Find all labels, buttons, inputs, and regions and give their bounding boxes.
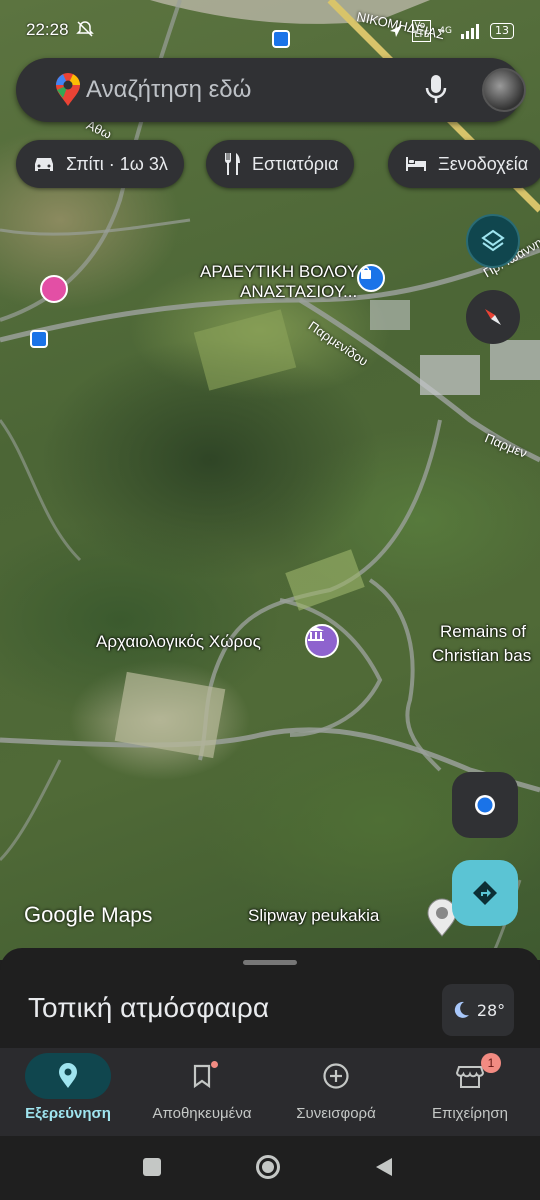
- museum-icon[interactable]: [305, 624, 339, 658]
- place-label-slipway[interactable]: Slipway peukakia: [248, 906, 379, 926]
- compass-icon: [485, 309, 501, 325]
- place-label-line: ΑΡΔΕΥΤΙΚΗ ΒΟΛΟΥ: [200, 262, 359, 281]
- hotel-marker-icon[interactable]: [40, 275, 68, 303]
- nav-saved[interactable]: Αποθηκευμένα: [140, 1048, 264, 1136]
- battery-icon: 13: [490, 23, 514, 39]
- google-maps-logo: Google Maps: [24, 902, 152, 928]
- chip-hotels[interactable]: Ξενοδοχεία: [388, 140, 540, 188]
- moon-icon: [454, 1001, 469, 1018]
- place-label-remains[interactable]: Remains of: [440, 622, 526, 642]
- google-maps-pin-icon: [54, 72, 82, 112]
- volte-icon: Vo LTE: [412, 20, 432, 42]
- directions-icon: [473, 881, 497, 905]
- system-navigation-bar: [0, 1136, 540, 1200]
- status-time: 22:28: [26, 20, 69, 39]
- search-bar[interactable]: Αναζήτηση εδώ: [16, 58, 526, 122]
- back-icon[interactable]: [374, 1156, 394, 1178]
- notification-badge: 1: [481, 1053, 501, 1073]
- place-label-archaeological[interactable]: Αρχαιολογικός Χώρος: [96, 632, 261, 652]
- maps-logo-text: Maps: [101, 904, 153, 927]
- nav-label: Συνεισφορά: [296, 1105, 376, 1122]
- layers-icon: [481, 229, 505, 252]
- bus-stop-icon[interactable]: [30, 330, 48, 348]
- nav-contribute[interactable]: Συνεισφορά: [284, 1048, 388, 1136]
- bookmark-icon: [193, 1064, 211, 1089]
- network-type: 4G: [439, 26, 452, 36]
- home-icon-dot: [262, 1161, 274, 1173]
- chip-label: Ξενοδοχεία: [438, 153, 529, 174]
- shopping-bag-icon[interactable]: [357, 264, 385, 292]
- status-bar: 22:28 Vo LTE 4G 13: [0, 14, 540, 48]
- weather-chip[interactable]: 28°: [442, 984, 514, 1036]
- temperature: 28°: [476, 1000, 506, 1020]
- google-logo-text: Google: [24, 902, 95, 927]
- location-pin-icon: [59, 1063, 77, 1088]
- location-arrow-icon: [390, 25, 403, 37]
- my-location-icon: [475, 795, 495, 815]
- directions-button[interactable]: [452, 860, 518, 926]
- place-label-line: Remains of: [440, 622, 526, 641]
- my-location-button[interactable]: [452, 772, 518, 838]
- nav-label: Επιχείρηση: [431, 1105, 509, 1122]
- drag-handle[interactable]: [243, 960, 297, 965]
- do-not-disturb-icon: [76, 20, 94, 42]
- nav-explore[interactable]: Εξερεύνηση: [16, 1048, 120, 1136]
- search-input[interactable]: Αναζήτηση εδώ: [86, 76, 251, 104]
- bottom-navigation: Εξερεύνηση Αποθηκευμένα Συνεισφορά 1 Επι…: [0, 1048, 540, 1136]
- chip-home[interactable]: Σπίτι · 1ω 3λ: [16, 140, 184, 188]
- recents-icon[interactable]: [143, 1158, 161, 1176]
- microphone-icon[interactable]: [424, 73, 448, 111]
- place-label-line: ΑΝΑΣΤΑΣΙΟΥ...: [240, 282, 358, 301]
- status-icons: Vo LTE 4G 13: [388, 20, 514, 42]
- home-icon[interactable]: [256, 1155, 280, 1179]
- notification-dot: [211, 1061, 218, 1068]
- bed-icon: [406, 157, 426, 171]
- sheet-title: Τοπική ατμόσφαιρα: [28, 992, 270, 1023]
- storefront-icon: [456, 1066, 484, 1088]
- nav-business[interactable]: 1 Επιχείρηση: [418, 1048, 522, 1136]
- add-circle-icon: [323, 1063, 349, 1089]
- nav-icon-wrapper: [159, 1053, 245, 1099]
- signal-icon: [461, 24, 479, 39]
- chip-label: Εστιατόρια: [252, 153, 339, 174]
- place-label-store[interactable]: ΑΡΔΕΥΤΙΚΗ ΒΟΛΟΥ ΑΝΑΣΤΑΣΙΟΥ...: [200, 262, 358, 302]
- avatar[interactable]: [482, 68, 526, 112]
- nav-label: Εξερεύνηση: [25, 1105, 111, 1122]
- chip-label: Σπίτι · 1ω 3λ: [66, 153, 168, 174]
- layers-button[interactable]: [466, 214, 520, 268]
- chip-restaurants[interactable]: Εστιατόρια: [206, 140, 355, 188]
- compass-button[interactable]: [466, 290, 520, 344]
- place-label-remains-2[interactable]: Christian bas: [432, 646, 531, 666]
- nav-icon-wrapper: [293, 1053, 379, 1099]
- nav-icon-wrapper: 1: [427, 1053, 513, 1099]
- nav-label: Αποθηκευμένα: [152, 1105, 252, 1122]
- maps-app: ΑΡΔΕΥΤΙΚΗ ΒΟΛΟΥ ΑΝΑΣΤΑΣΙΟΥ... Αρχαιολογι…: [0, 0, 540, 1200]
- fork-knife-icon: [225, 153, 240, 175]
- car-icon: [35, 158, 53, 171]
- nav-icon-wrapper: [25, 1053, 111, 1099]
